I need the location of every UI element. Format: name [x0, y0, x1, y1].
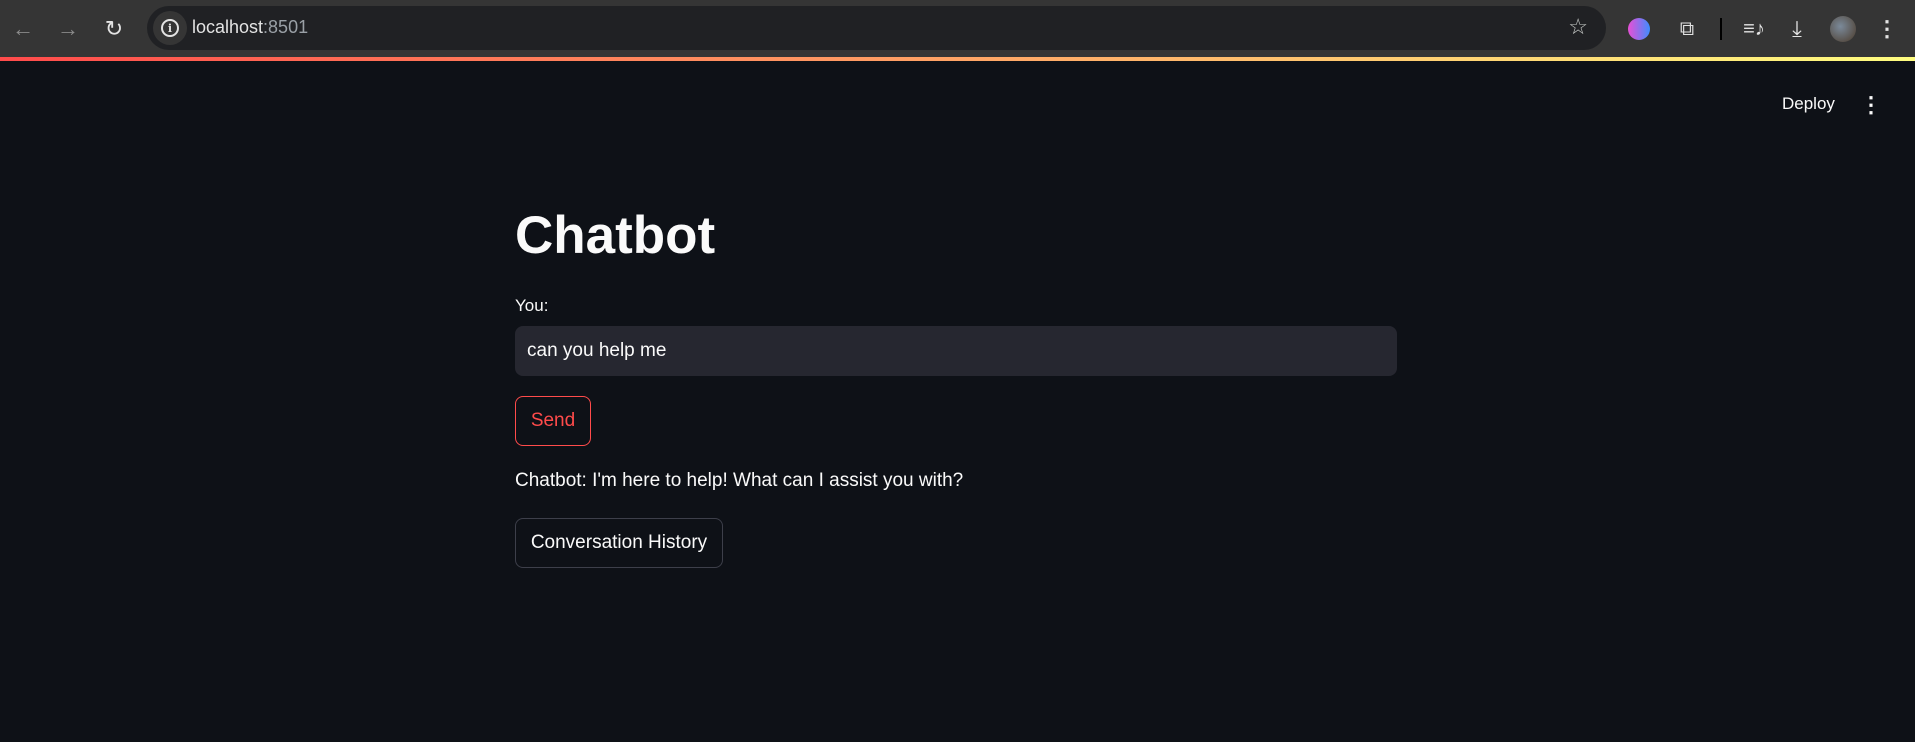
site-info-button[interactable]: i	[153, 11, 187, 45]
info-icon: i	[161, 19, 179, 37]
download-icon[interactable]: ⤓	[1784, 16, 1810, 42]
back-icon[interactable]: ←	[10, 16, 36, 42]
browser-toolbar: ← → ↻ i localhost:8501 ☆ ⧉ ≡♪ ⤓ ⋮	[0, 0, 1915, 57]
message-input[interactable]	[515, 326, 1397, 376]
browser-menu-icon[interactable]: ⋮	[1874, 16, 1900, 42]
header-decoration	[0, 57, 1915, 61]
chatbot-reply: Chatbot: I'm here to help! What can I as…	[515, 470, 964, 491]
star-icon[interactable]: ☆	[1568, 14, 1588, 40]
conversation-history-button[interactable]: Conversation History	[515, 518, 723, 568]
profile-avatar[interactable]	[1830, 16, 1856, 42]
extensions-puzzle-icon[interactable]: ⧉	[1674, 16, 1700, 42]
forward-icon[interactable]: →	[55, 16, 81, 42]
media-queue-icon[interactable]: ≡♪	[1741, 16, 1767, 42]
brain-extension-icon[interactable]	[1628, 18, 1650, 40]
toolbar-divider	[1720, 18, 1722, 40]
page-title: Chatbot	[515, 206, 716, 265]
main-menu-icon[interactable]: ⋮	[1860, 92, 1882, 118]
url-text[interactable]: localhost:8501	[192, 17, 308, 38]
url-port: :8501	[263, 17, 309, 37]
reload-icon[interactable]: ↻	[101, 16, 127, 42]
input-label: You:	[515, 296, 549, 315]
address-bar[interactable]: i localhost:8501 ☆	[147, 6, 1606, 50]
deploy-button[interactable]: Deploy	[1782, 94, 1835, 114]
url-host: localhost	[192, 17, 264, 37]
send-button[interactable]: Send	[515, 396, 591, 446]
